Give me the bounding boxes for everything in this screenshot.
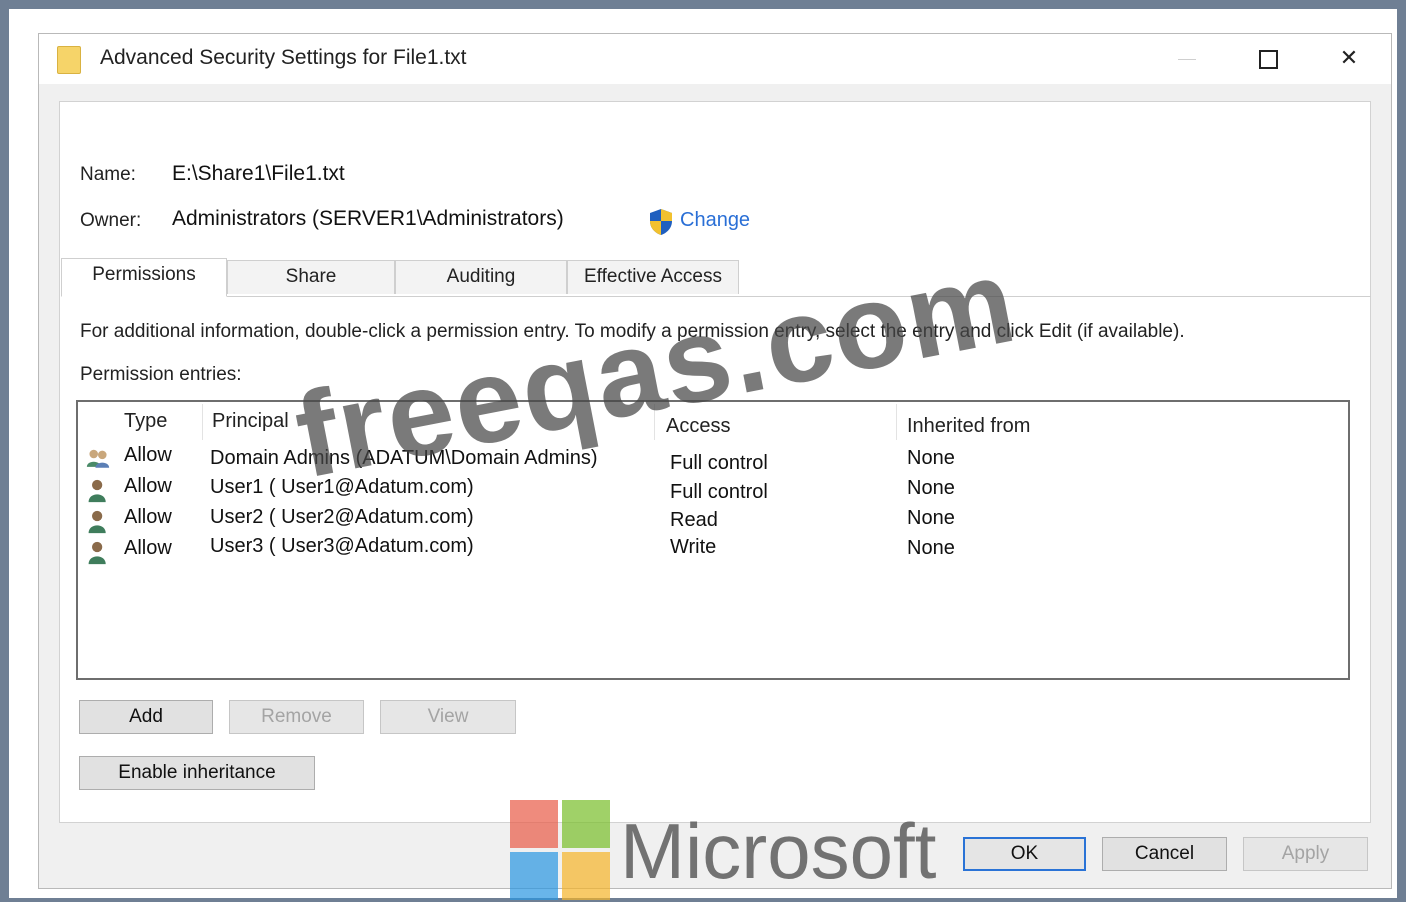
folder-icon — [57, 46, 81, 74]
view-button[interactable]: View — [380, 700, 516, 734]
row-access: Full control — [670, 452, 768, 474]
user-icon — [88, 541, 106, 565]
tab-permissions[interactable]: Permissions — [61, 258, 227, 297]
row-inherited-from: None — [907, 507, 955, 529]
table-row[interactable]: Allow User2 ( User2@Adatum.com) Read Non… — [78, 506, 1348, 537]
apply-button[interactable]: Apply — [1243, 837, 1368, 871]
row-type: Allow — [124, 475, 172, 497]
row-type: Allow — [124, 444, 172, 466]
ok-button[interactable]: OK — [963, 837, 1086, 871]
name-value: E:\Share1\File1.txt — [172, 162, 345, 185]
close-icon: ✕ — [1339, 45, 1359, 70]
user-icon — [88, 479, 106, 503]
row-access: Write — [670, 536, 717, 558]
row-principal: User3 ( User3@Adatum.com) — [210, 535, 474, 557]
row-inherited-from: None — [907, 447, 955, 469]
minimize-icon — [1178, 58, 1196, 60]
logo-square-green — [562, 800, 610, 848]
remove-button[interactable]: Remove — [229, 700, 364, 734]
table-row[interactable]: Allow User3 ( User3@Adatum.com) Write No… — [78, 535, 1348, 568]
user-icon — [88, 510, 106, 534]
column-header-inherited-from[interactable]: Inherited from — [907, 415, 1030, 438]
content-panel: Name: E:\Share1\File1.txt Owner: Adminis… — [59, 101, 1371, 823]
group-icon — [86, 449, 110, 468]
permission-entries-list[interactable]: Type Principal Access Inherited from All… — [76, 400, 1350, 680]
microsoft-logo — [510, 800, 612, 902]
column-divider[interactable] — [202, 404, 203, 440]
row-access: Read — [670, 509, 718, 531]
cancel-button[interactable]: Cancel — [1102, 837, 1227, 871]
owner-value: Administrators (SERVER1\Administrators) — [172, 207, 564, 230]
tab-auditing[interactable]: Auditing — [395, 260, 567, 294]
tab-share[interactable]: Share — [227, 260, 395, 294]
security-settings-window: Advanced Security Settings for File1.txt… — [38, 33, 1392, 889]
enable-inheritance-button[interactable]: Enable inheritance — [79, 756, 315, 790]
column-header-type[interactable]: Type — [124, 410, 167, 433]
add-button[interactable]: Add — [79, 700, 213, 734]
logo-square-red — [510, 800, 558, 848]
minimize-button[interactable] — [1165, 40, 1209, 76]
row-type: Allow — [124, 537, 172, 559]
table-row[interactable]: Allow User1 ( User1@Adatum.com) Full con… — [78, 475, 1348, 506]
row-inherited-from: None — [907, 477, 955, 499]
row-type: Allow — [124, 506, 172, 528]
maximize-icon — [1258, 49, 1278, 69]
microsoft-wordmark: Microsoft — [620, 807, 937, 895]
row-access: Full control — [670, 481, 768, 503]
close-button[interactable]: ✕ — [1327, 40, 1371, 76]
shield-icon — [650, 209, 672, 235]
name-label: Name: — [80, 164, 136, 185]
column-divider[interactable] — [896, 404, 897, 440]
table-row[interactable]: Allow Domain Admins (ADATUM\Domain Admin… — [78, 444, 1348, 475]
window-title: Advanced Security Settings for File1.txt — [100, 46, 467, 69]
title-bar[interactable]: Advanced Security Settings for File1.txt… — [39, 34, 1391, 84]
maximize-button[interactable] — [1246, 40, 1290, 76]
row-inherited-from: None — [907, 537, 955, 559]
column-header-principal[interactable]: Principal — [212, 410, 289, 433]
owner-label: Owner: — [80, 210, 142, 231]
permission-entries-label: Permission entries: — [80, 364, 242, 385]
logo-square-blue — [510, 852, 558, 900]
logo-square-yellow — [562, 852, 610, 900]
change-owner-link[interactable]: Change — [680, 209, 750, 232]
row-principal: User2 ( User2@Adatum.com) — [210, 506, 474, 528]
